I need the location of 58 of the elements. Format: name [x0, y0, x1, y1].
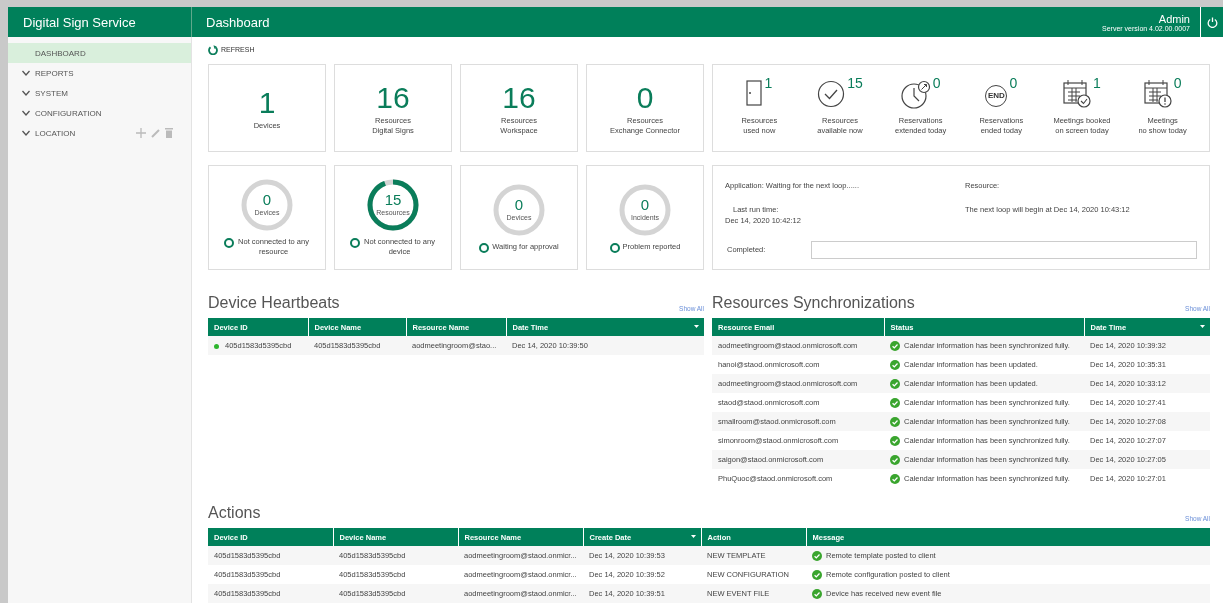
check-circle-icon	[890, 378, 900, 389]
chevron-down-icon	[22, 130, 30, 136]
power-icon	[1206, 16, 1218, 28]
chevron-down-icon	[22, 90, 30, 96]
check-circle-icon	[812, 569, 822, 580]
check-circle-icon	[817, 80, 846, 108]
user-name: Admin	[1158, 12, 1190, 25]
gauge-ring	[618, 182, 672, 237]
door-icon	[746, 80, 763, 106]
status-ring-icon	[224, 238, 234, 248]
stat-value: 0	[1009, 76, 1018, 90]
counter-value: 1	[258, 85, 276, 121]
status-ring-icon	[479, 242, 490, 253]
gauge-value: 0	[640, 196, 650, 213]
chevron-down-icon	[22, 70, 30, 76]
calendar-check-icon	[1063, 80, 1092, 108]
check-circle-icon	[890, 397, 900, 408]
status-ring-icon	[609, 242, 620, 253]
page-title: Dashboard	[205, 14, 271, 30]
stat-value: 15	[847, 76, 863, 90]
check-circle-icon	[890, 454, 900, 465]
check-circle-icon	[812, 588, 822, 599]
check-circle-icon	[812, 550, 822, 561]
counter-value: 0	[636, 80, 654, 116]
gauge-value: 15	[384, 192, 402, 208]
section-title: Device Heartbeats	[208, 294, 340, 312]
section-title: Actions	[208, 504, 261, 522]
gauge-ring	[492, 182, 546, 237]
trash-icon	[165, 128, 173, 138]
sidebar-item[interactable]: REPORTS	[8, 63, 191, 83]
clock-icon	[900, 80, 931, 110]
check-circle-icon	[890, 435, 900, 446]
gauge-value: 0	[262, 192, 272, 208]
refresh-icon	[208, 44, 218, 55]
check-circle-icon	[890, 416, 900, 427]
gauge-ring	[366, 178, 420, 232]
gauge-value: 0	[514, 196, 524, 213]
section-title: Resources Synchronizations	[712, 294, 915, 312]
sidebar-item[interactable]: DASHBOARD	[8, 43, 191, 63]
check-circle-icon	[890, 340, 900, 351]
pencil-icon	[151, 128, 160, 138]
sidebar-item[interactable]: CONFIGURATION	[8, 103, 191, 123]
counter-value: 16	[376, 80, 410, 116]
check-circle-icon	[890, 473, 900, 484]
calendar-alert-icon	[1143, 80, 1172, 108]
plus-icon	[136, 128, 146, 138]
chevron-down-icon	[22, 110, 30, 116]
sidebar-item[interactable]: SYSTEM	[8, 83, 191, 103]
check-circle-icon	[890, 359, 900, 370]
sidebar-item[interactable]: LOCATION	[8, 123, 191, 143]
stat-value: 0	[932, 76, 941, 90]
stat-value: 1	[764, 76, 773, 90]
stat-value: 0	[1173, 76, 1182, 90]
status-ring-icon	[350, 238, 360, 248]
counter-value: 16	[502, 80, 536, 116]
stat-value: 1	[1093, 76, 1101, 90]
gauge-ring	[240, 178, 294, 232]
app-title: Digital Sign Service	[8, 7, 192, 37]
